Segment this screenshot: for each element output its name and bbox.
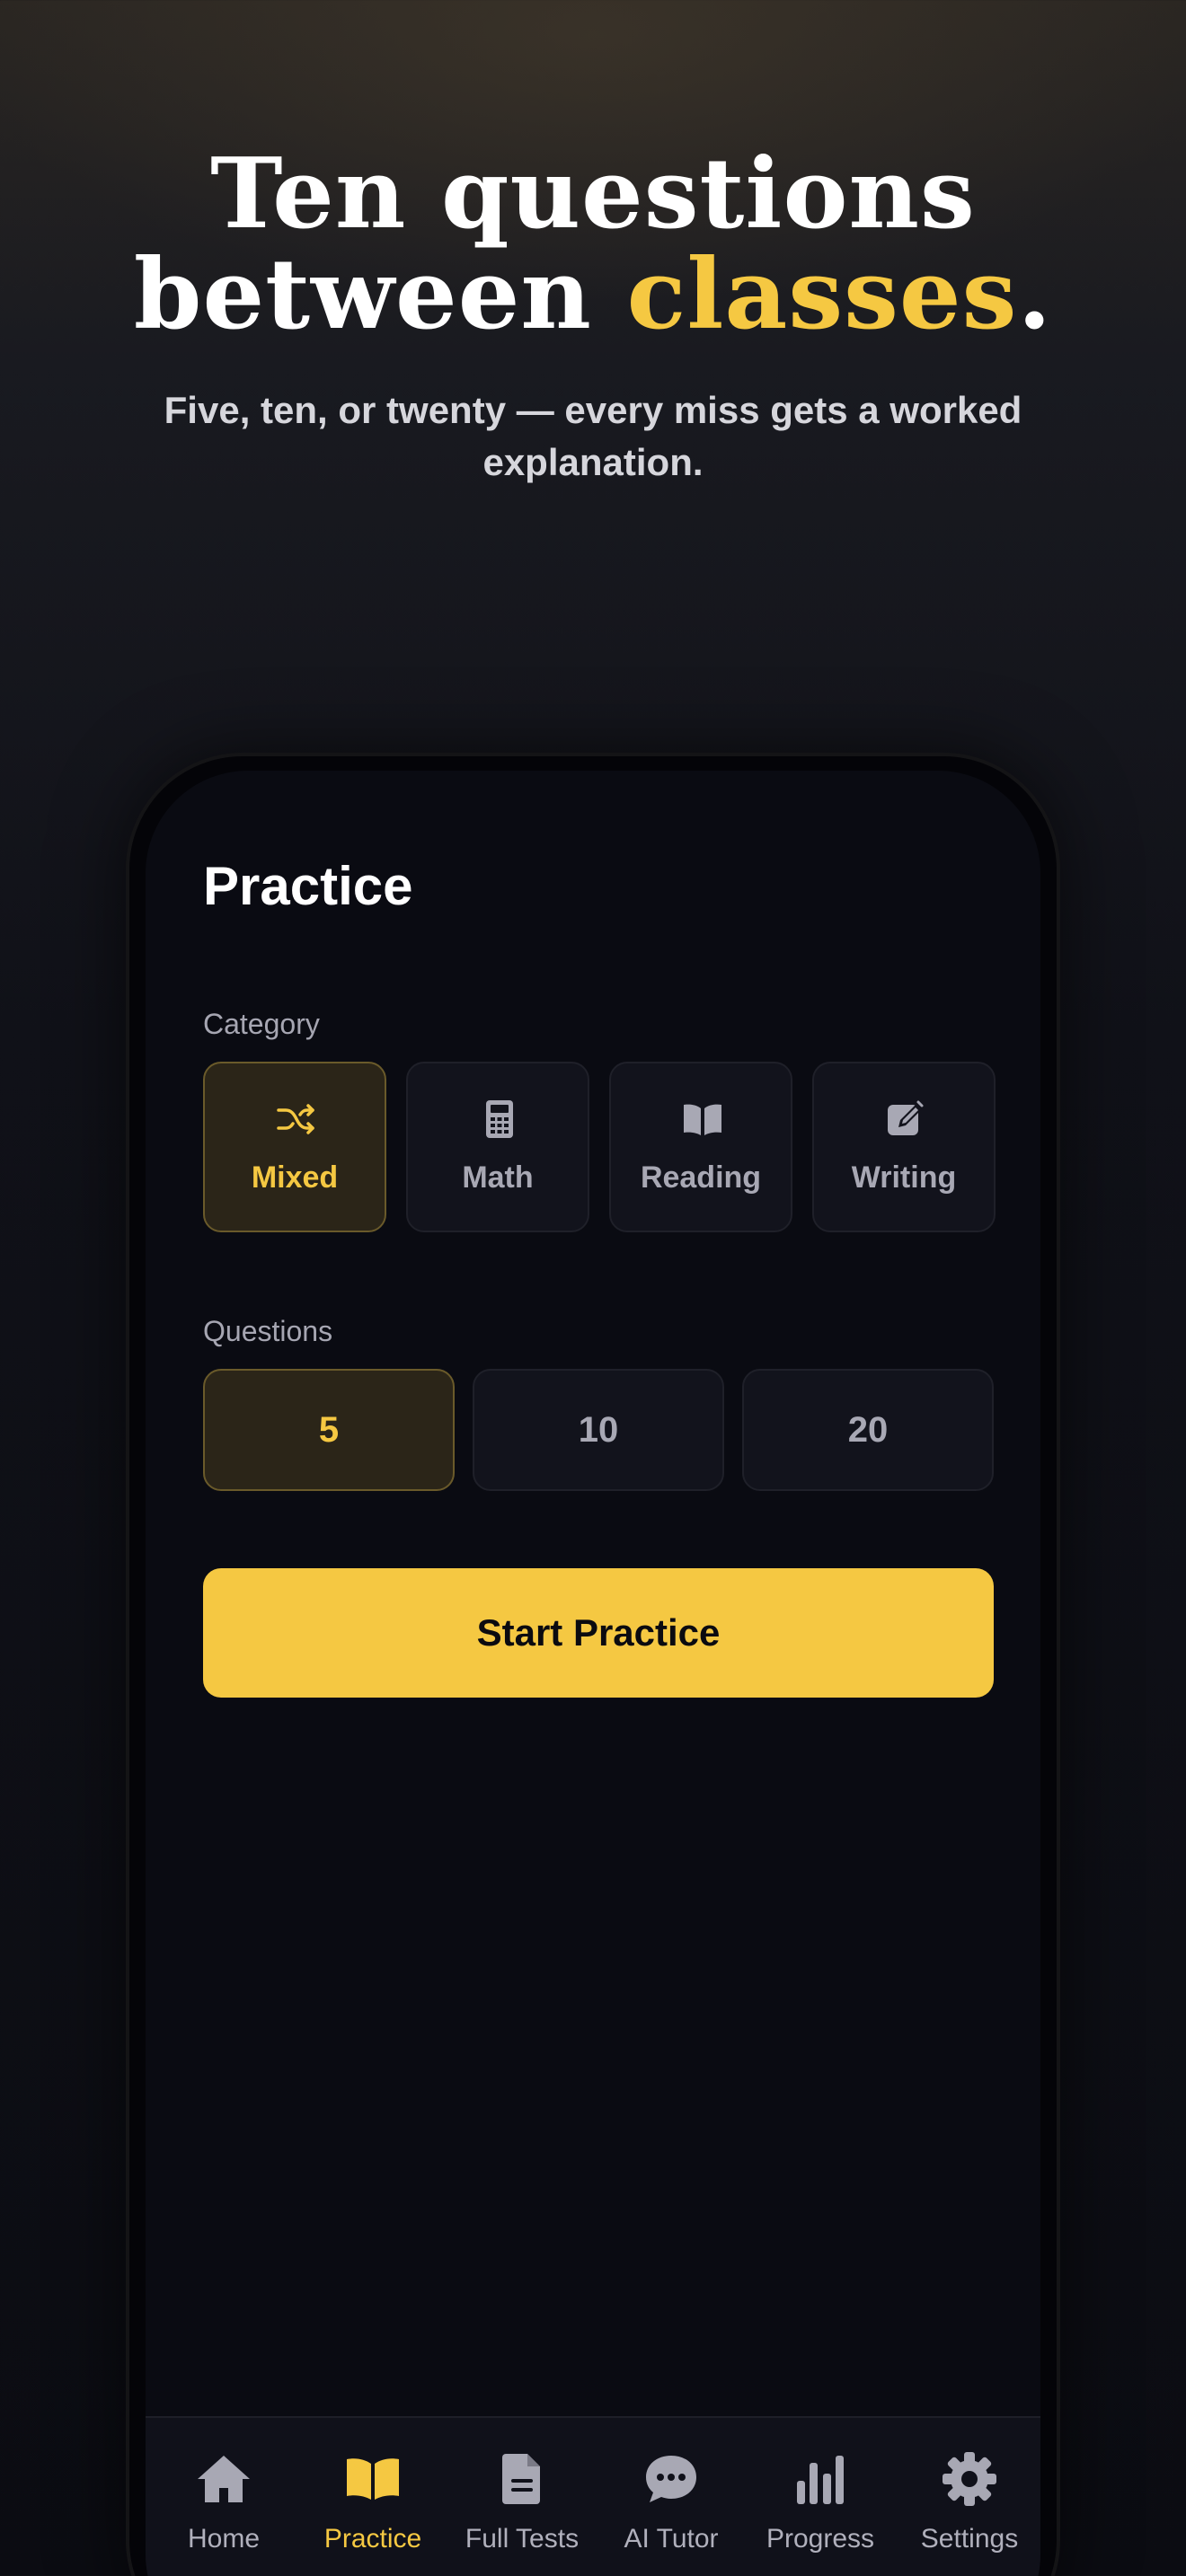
- category-option-reading[interactable]: Reading: [609, 1062, 792, 1232]
- category-option-mixed[interactable]: Mixed: [203, 1062, 386, 1232]
- category-option-math[interactable]: Math: [406, 1062, 589, 1232]
- tab-label-full-tests: Full Tests: [465, 2524, 580, 2554]
- hero-headline: Ten questions between classes.: [0, 144, 1186, 345]
- tab-practice[interactable]: Practice: [298, 2450, 447, 2567]
- shuffle-icon: [277, 1104, 314, 1134]
- tab-label-practice: Practice: [323, 2524, 422, 2554]
- tab-label-ai-tutor: AI Tutor: [624, 2524, 719, 2554]
- phone-frame: Practice Category Mixed Math Reading Wri…: [126, 753, 1060, 2576]
- start-practice-button[interactable]: Start Practice: [203, 1568, 994, 1698]
- calculator-icon: [486, 1100, 513, 1138]
- book-open-icon: [684, 1104, 721, 1135]
- question-count-20[interactable]: 20: [742, 1369, 994, 1491]
- phone-screen: Practice Category Mixed Math Reading Wri…: [146, 771, 1040, 2576]
- tab-label-settings: Settings: [920, 2524, 1019, 2554]
- gear-icon: [943, 2452, 996, 2506]
- book-open-icon: [347, 2458, 399, 2500]
- tab-progress[interactable]: Progress: [746, 2450, 895, 2567]
- page-title: Practice: [203, 856, 413, 916]
- question-count-10[interactable]: 10: [473, 1369, 724, 1491]
- document-icon: [502, 2454, 540, 2504]
- category-selector: Mixed Math Reading Writing: [203, 1062, 996, 1232]
- headline-line-1: Ten questions: [210, 137, 976, 251]
- category-label-writing: Writing: [851, 1160, 957, 1195]
- pen-square-icon: [888, 1100, 924, 1135]
- question-count-selector: 5 10 20: [203, 1369, 994, 1491]
- questions-label: Questions: [203, 1315, 333, 1347]
- tab-label-progress: Progress: [766, 2524, 875, 2554]
- headline-line-2-suffix: .: [1017, 238, 1053, 351]
- chat-bubble-icon: [646, 2456, 696, 2502]
- bottom-tab-bar: Home Practice Full Tests AI Tutor Progre…: [146, 2416, 1040, 2576]
- category-label-mixed: Mixed: [251, 1160, 339, 1195]
- category-option-writing[interactable]: Writing: [812, 1062, 996, 1232]
- category-label-reading: Reading: [640, 1160, 762, 1195]
- tab-label-home: Home: [187, 2524, 261, 2554]
- question-count-5[interactable]: 5: [203, 1369, 455, 1491]
- headline-line-2-prefix: between: [133, 238, 627, 351]
- headline-accent-word: classes: [626, 238, 1018, 351]
- bar-chart-icon: [797, 2456, 844, 2504]
- hero-subtitle: Five, ten, or twenty — every miss gets a…: [164, 389, 1022, 483]
- tab-full-tests[interactable]: Full Tests: [447, 2450, 597, 2567]
- tab-home[interactable]: Home: [149, 2450, 298, 2567]
- tab-settings[interactable]: Settings: [895, 2450, 1040, 2567]
- category-label: Category: [203, 1008, 320, 1040]
- category-label-math: Math: [462, 1160, 534, 1195]
- tab-ai-tutor[interactable]: AI Tutor: [597, 2450, 746, 2567]
- home-icon: [198, 2456, 250, 2502]
